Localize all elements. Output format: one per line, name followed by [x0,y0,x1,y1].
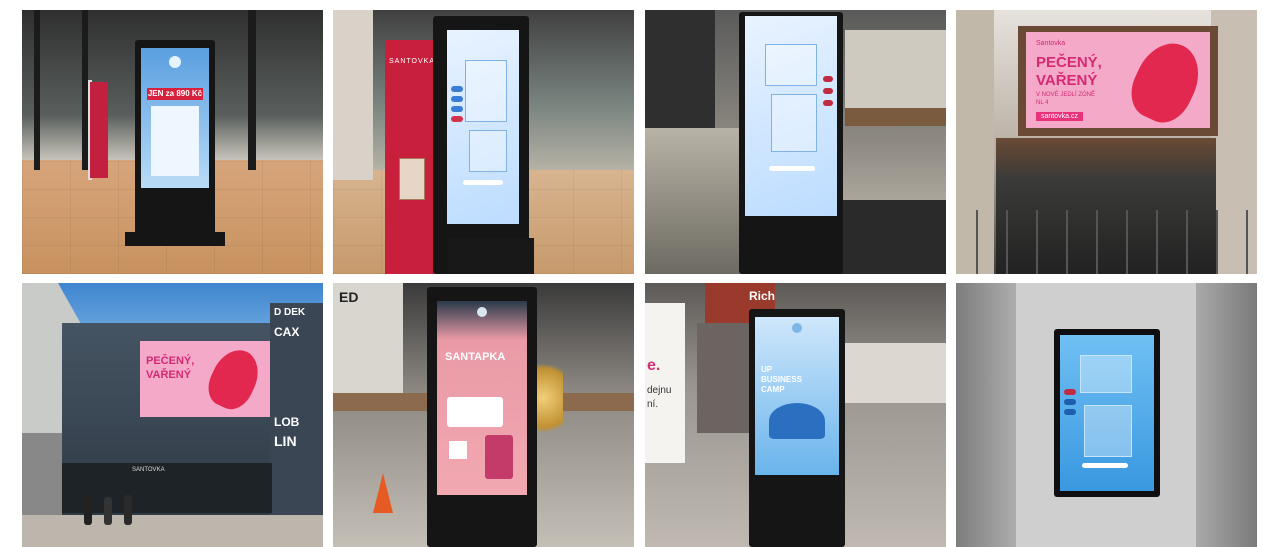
red-banner: SANTOVKA [385,40,439,274]
sign-text-1: D DEK [274,307,306,318]
search-bar [769,166,815,171]
kiosk-screen [745,16,837,216]
photo-wall-mounted-map [956,283,1257,547]
plaza-ground [22,515,323,547]
map-button [823,88,833,94]
photo-kiosk-with-banner: SANTOVKA [333,10,634,274]
brand-label: Santovka [1036,40,1066,47]
search-bar [463,180,503,185]
map-button [823,76,833,82]
kiosk-screen: UP BUSINESS CAMP [755,317,839,475]
wave-graphic [769,403,825,439]
store-sign: ED [339,289,359,305]
sign-text-4: LIN [274,433,297,449]
map-button [451,96,463,102]
kiosk: UP BUSINESS CAMP [749,309,845,547]
kiosk-base [125,232,225,246]
photo-billboard-food: Santovka PEČENÝ, VAŘENÝ V NOVÉ JEDLÍ ZÓN… [956,10,1257,274]
store-sign: SANTOVKA [132,467,165,473]
kiosk-screen: SANTAPKA [437,301,527,495]
person [84,495,92,525]
photo-entrance-kiosk: JEN za 890 Kč [22,10,323,274]
food-rocket-graphic [201,342,267,416]
billboard-screen: PEČENÝ, VAŘENÝ [140,341,270,417]
photo-atrium-kiosk-map [645,10,946,274]
wall-text-1: e. [647,357,661,374]
store-front [845,30,946,110]
brand-logo-icon [169,56,181,68]
store-sign: Rich [749,289,776,303]
red-info-stand [90,82,108,178]
kiosk: JEN za 890 Kč [135,40,215,240]
map-area [1084,405,1132,457]
photo-grid: JEN za 890 Kč SANTOVKA Santovka PEČENÝ, … [22,10,1258,547]
map-button [451,86,463,92]
kiosk-screen [447,30,519,224]
door-frame [248,10,256,170]
qr-code [449,441,467,459]
sign-text-2: CAX [274,325,300,339]
kiosk-base [448,238,534,274]
app-card [447,397,503,427]
brand-logo-icon [792,323,802,333]
photo-santapka-kiosk: ED SANTAPKA [333,283,634,547]
search-bar [1082,463,1128,468]
headline-line-2: VAŘENÝ [146,369,192,381]
banner-label: SANTOVKA [389,58,435,65]
promo-label: JEN za 890 Kč [147,88,203,100]
wall-display-screen [1060,335,1154,491]
map-area [771,94,817,152]
event-title-2: BUSINESS [761,375,802,384]
headline-line-1: PEČENÝ, [1036,54,1102,71]
brochure-holder [399,158,425,200]
column [333,10,373,180]
sub-label: V NOVÉ JEDLÍ ZÓNĚ [1036,92,1096,98]
map-button [451,106,463,112]
kiosk [433,16,529,274]
map-area [469,130,507,172]
floor-opening [835,200,946,274]
railing [845,108,946,126]
billboard-screen: Santovka PEČENÝ, VAŘENÝ V NOVÉ JEDLÍ ZÓN… [1026,32,1210,128]
map-area [1080,355,1132,393]
headline-line-2: VAŘENÝ [1036,72,1098,89]
wall-ad: e. dejnu ní. [645,303,685,463]
sign-text-3: LOB [274,415,300,429]
side-tower: D DEK CAX LOB LIN [270,303,323,547]
wall-display [1054,329,1160,497]
map-area [765,44,817,86]
upper-floor [645,10,715,130]
kiosk: SANTAPKA [427,287,537,547]
lower-level [645,128,745,274]
map-area [465,60,507,122]
map-button [1064,409,1076,415]
kiosk-screen: JEN za 890 Kč [141,48,209,188]
glass-railing [976,210,1257,274]
event-title-3: CAMP [761,385,785,394]
door-frame [34,10,40,170]
headline-line-1: PEČENÝ, [146,355,195,367]
kiosk [739,12,843,274]
food-rocket-graphic [1121,33,1210,128]
sub-label-2: NL 4 [1036,100,1049,106]
url-label: santovka.cz [1036,112,1083,121]
store-front: ED [333,283,403,393]
entrance: SANTOVKA [62,463,272,513]
wall-text-2: dejnu [647,385,672,396]
map-button [1064,389,1076,395]
phone-graphic [485,435,513,479]
person [124,495,132,525]
photo-business-camp-kiosk: e. dejnu ní. Rich UP BUSINESS CAMP [645,283,946,547]
event-title-1: UP [761,365,773,374]
promo-panel [151,106,199,176]
photo-facade-billboard: D DEK CAX LOB LIN PEČENÝ, VAŘENÝ SANTOVK… [22,283,323,547]
map-button [451,116,463,122]
map-button [823,100,833,106]
brand-logo-icon [477,307,487,317]
store-interior [697,323,757,433]
person [104,497,112,525]
wall-text-3: ní. [647,399,659,410]
santapka-headline: SANTAPKA [445,351,506,363]
map-button [1064,399,1076,405]
